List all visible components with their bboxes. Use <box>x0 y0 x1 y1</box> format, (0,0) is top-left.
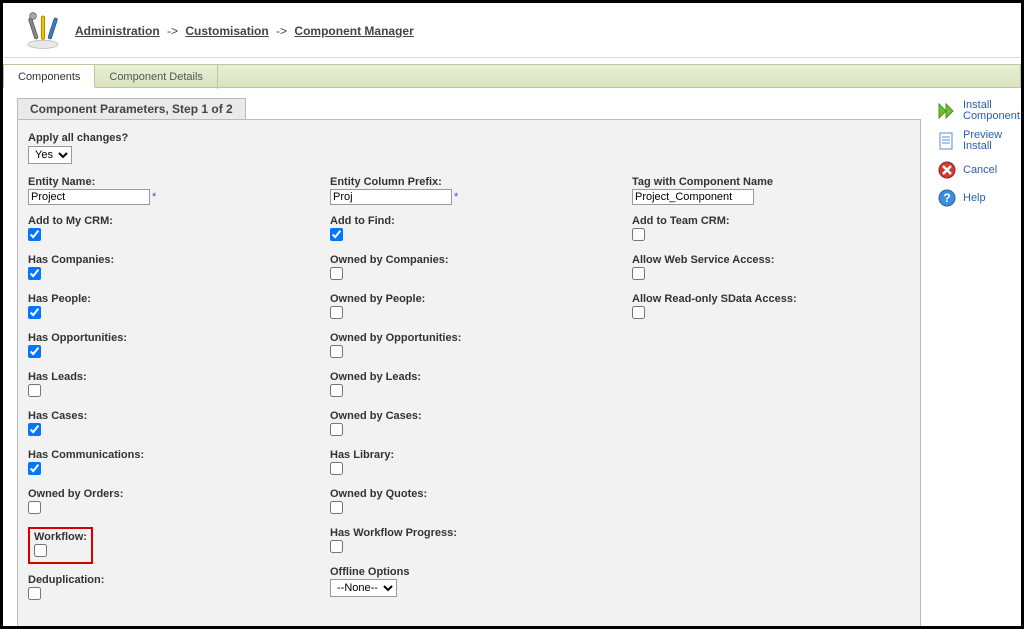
has-workflow-progress-checkbox[interactable] <box>330 540 343 553</box>
tools-icon <box>23 11 63 51</box>
owned-by-quotes-label: Owned by Quotes: <box>330 488 608 500</box>
deduplication-checkbox[interactable] <box>28 587 41 600</box>
breadcrumb-customisation[interactable]: Customisation <box>185 24 268 38</box>
preview-install-button[interactable]: Preview Install <box>931 126 1021 156</box>
has-people-checkbox[interactable] <box>28 306 41 319</box>
forward-icon <box>937 101 957 121</box>
has-opportunities-checkbox[interactable] <box>28 345 41 358</box>
allow-web-service-label: Allow Web Service Access: <box>632 254 910 266</box>
owned-by-leads-label: Owned by Leads: <box>330 371 608 383</box>
has-leads-checkbox[interactable] <box>28 384 41 397</box>
owned-by-people-label: Owned by People: <box>330 293 608 305</box>
owned-by-orders-checkbox[interactable] <box>28 501 41 514</box>
has-communications-checkbox[interactable] <box>28 462 41 475</box>
tag-input[interactable] <box>632 189 754 205</box>
owned-by-leads-checkbox[interactable] <box>330 384 343 397</box>
breadcrumb-component-manager[interactable]: Component Manager <box>294 24 413 38</box>
install-component-button[interactable]: Install Component <box>931 96 1021 126</box>
add-my-crm-checkbox[interactable] <box>28 228 41 241</box>
entity-name-input[interactable] <box>28 189 150 205</box>
tab-components[interactable]: Components <box>3 64 95 88</box>
cancel-label: Cancel <box>963 165 997 176</box>
help-label: Help <box>963 193 986 204</box>
owned-by-people-checkbox[interactable] <box>330 306 343 319</box>
allow-sdata-label: Allow Read-only SData Access: <box>632 293 910 305</box>
tag-label: Tag with Component Name <box>632 176 910 188</box>
preview-install-label: Preview Install <box>963 130 1015 152</box>
cancel-button[interactable]: Cancel <box>931 156 1021 184</box>
add-to-find-checkbox[interactable] <box>330 228 343 241</box>
side-actions: Install Component Preview Install Cancel… <box>931 88 1021 220</box>
main-panel: Component Parameters, Step 1 of 2 Apply … <box>3 88 931 629</box>
svg-text:?: ? <box>943 191 950 205</box>
breadcrumb: Administration -> Customisation -> Compo… <box>75 24 414 38</box>
has-library-checkbox[interactable] <box>330 462 343 475</box>
workflow-label: Workflow: <box>34 531 87 543</box>
add-to-team-crm-label: Add to Team CRM: <box>632 215 910 227</box>
has-library-label: Has Library: <box>330 449 608 461</box>
owned-by-companies-label: Owned by Companies: <box>330 254 608 266</box>
document-icon <box>937 131 957 151</box>
owned-by-quotes-checkbox[interactable] <box>330 501 343 514</box>
deduplication-label: Deduplication: <box>28 574 306 586</box>
tab-bar: ComponentsComponent Details <box>3 64 1021 88</box>
has-communications-label: Has Communications: <box>28 449 306 461</box>
form-col-3: Tag with Component Name Add to Team CRM:… <box>632 176 910 629</box>
workflow-highlight: Workflow: <box>28 527 93 564</box>
apply-all-label: Apply all changes? <box>28 132 910 144</box>
offline-options-select[interactable]: --None-- <box>330 579 397 597</box>
apply-all-select[interactable]: Yes <box>28 146 72 164</box>
has-people-label: Has People: <box>28 293 306 305</box>
add-to-find-label: Add to Find: <box>330 215 608 227</box>
add-to-team-crm-checkbox[interactable] <box>632 228 645 241</box>
cancel-icon <box>937 160 957 180</box>
allow-web-service-checkbox[interactable] <box>632 267 645 280</box>
workflow-checkbox[interactable] <box>34 544 47 557</box>
offline-options-label: Offline Options <box>330 566 608 578</box>
owned-by-opportunities-checkbox[interactable] <box>330 345 343 358</box>
allow-sdata-checkbox[interactable] <box>632 306 645 319</box>
form-col-1: Entity Name:* Add to My CRM: Has Compani… <box>28 176 306 629</box>
owned-by-cases-checkbox[interactable] <box>330 423 343 436</box>
has-cases-checkbox[interactable] <box>28 423 41 436</box>
has-cases-label: Has Cases: <box>28 410 306 422</box>
entity-name-label: Entity Name: <box>28 176 306 188</box>
has-leads-label: Has Leads: <box>28 371 306 383</box>
app-window: Administration -> Customisation -> Compo… <box>0 0 1024 629</box>
has-opportunities-label: Has Opportunities: <box>28 332 306 344</box>
entity-column-prefix-label: Entity Column Prefix: <box>330 176 608 188</box>
breadcrumb-admin[interactable]: Administration <box>75 24 160 38</box>
step-header: Component Parameters, Step 1 of 2 <box>17 98 246 120</box>
add-my-crm-label: Add to My CRM: <box>28 215 306 227</box>
has-companies-checkbox[interactable] <box>28 267 41 280</box>
tab-component-details[interactable]: Component Details <box>95 65 218 89</box>
header: Administration -> Customisation -> Compo… <box>3 3 1021 58</box>
has-workflow-progress-label: Has Workflow Progress: <box>330 527 608 539</box>
owned-by-cases-label: Owned by Cases: <box>330 410 608 422</box>
form-zone: Apply all changes? Yes Entity Name:* Add… <box>17 119 921 629</box>
has-companies-label: Has Companies: <box>28 254 306 266</box>
help-button[interactable]: ? Help <box>931 184 1021 212</box>
form-col-2: Entity Column Prefix:* Add to Find: Owne… <box>330 176 608 629</box>
owned-by-companies-checkbox[interactable] <box>330 267 343 280</box>
install-component-label: Install Component <box>963 100 1020 122</box>
owned-by-opportunities-label: Owned by Opportunities: <box>330 332 608 344</box>
entity-column-prefix-input[interactable] <box>330 189 452 205</box>
owned-by-orders-label: Owned by Orders: <box>28 488 306 500</box>
help-icon: ? <box>937 188 957 208</box>
